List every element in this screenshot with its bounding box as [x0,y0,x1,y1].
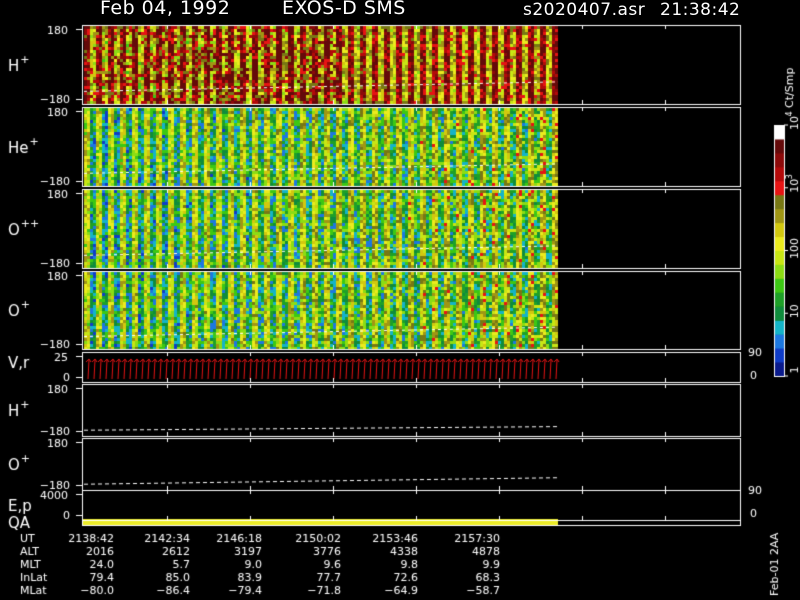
plot-date: Feb 04, 1992 [100,0,231,19]
spectrogram-plot-canvas [0,0,800,600]
instrument-title: EXOS-D SMS [282,0,406,19]
plot-time: 21:38:42 [660,0,741,20]
file-name: s2020407.asr [523,0,646,20]
